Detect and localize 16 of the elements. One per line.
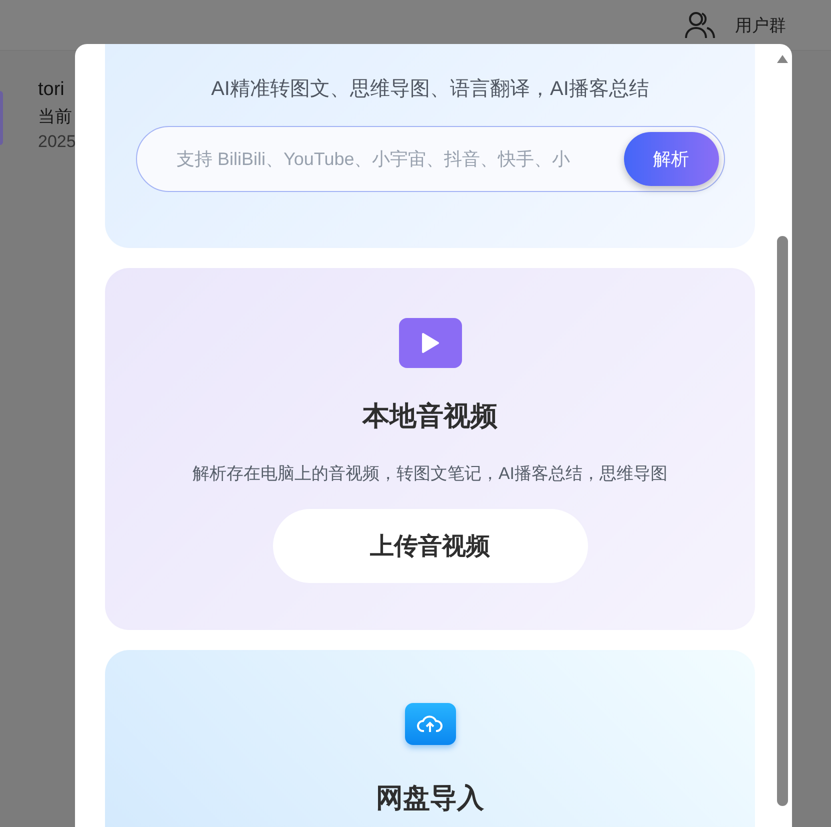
card-title: 本地音视频: [362, 400, 498, 433]
user-group-label[interactable]: 用户群: [735, 14, 786, 36]
item-subtitle: 当前: [38, 106, 73, 128]
card-description: 解析存在电脑上的音视频，转图文笔记，AI播客总结，思维导图: [192, 463, 668, 485]
item-date: 2025: [38, 132, 76, 152]
upload-button[interactable]: 上传音视频: [272, 509, 588, 583]
parse-button[interactable]: 解析: [624, 132, 718, 186]
card-title: 网盘导入: [376, 782, 484, 815]
url-input-field[interactable]: 支持 BiliBili、YouTube、小宇宙、抖音、快手、小 解析: [136, 126, 724, 192]
users-icon[interactable]: [685, 11, 715, 39]
item-title: tori: [38, 79, 66, 101]
cloud-upload-icon: [404, 703, 456, 745]
scroll-up-icon[interactable]: [776, 54, 789, 64]
play-icon: [398, 318, 462, 368]
card-tagline: AI精准转图文、思维导图、语言翻译，AI播客总结: [211, 77, 649, 102]
scrollbar-thumb[interactable]: [777, 236, 788, 806]
